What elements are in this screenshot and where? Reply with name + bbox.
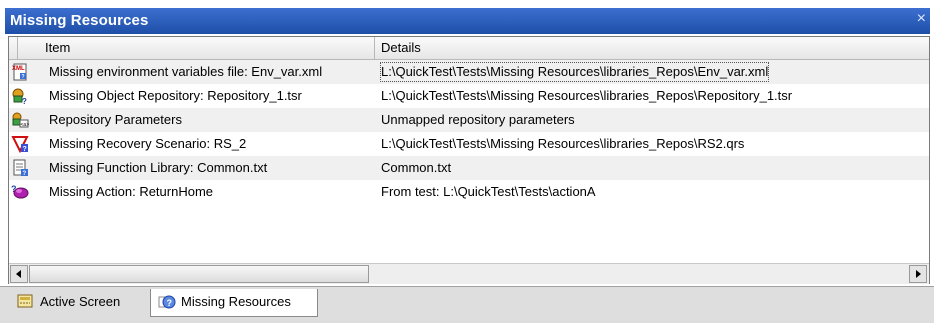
pane-title-bar: Missing Resources × bbox=[5, 8, 930, 34]
row-item: Missing Action: ReturnHome bbox=[49, 184, 214, 199]
xml-file-icon: XML ? bbox=[12, 63, 27, 81]
active-screen-icon bbox=[17, 294, 33, 308]
row-details: From test: L:\QuickTest\Tests\actionA bbox=[381, 184, 596, 199]
svg-text:XML: XML bbox=[12, 66, 25, 72]
svg-text:?: ? bbox=[23, 171, 27, 177]
svg-text:?: ? bbox=[167, 298, 173, 308]
missing-resources-icon: ? bbox=[158, 295, 176, 309]
missing-resources-list: Item Details XML ? Missing environment v… bbox=[8, 36, 930, 284]
tab-missing-resources[interactable]: ? Missing Resources bbox=[150, 289, 318, 317]
svg-text:<a>: <a> bbox=[21, 122, 30, 128]
missing-resources-pane: Missing Resources × Item Details XML ? M… bbox=[0, 0, 934, 323]
svg-text:?: ? bbox=[23, 146, 27, 153]
row-item: Missing Recovery Scenario: RS_2 bbox=[49, 136, 247, 151]
object-repository-icon: ? bbox=[12, 88, 27, 105]
close-icon[interactable]: × bbox=[917, 10, 926, 28]
column-header-item[interactable]: Item bbox=[39, 37, 375, 59]
table-row[interactable]: ? Missing Object Repository: Repository_… bbox=[9, 84, 929, 108]
function-library-icon: ? bbox=[13, 159, 28, 177]
column-header-details[interactable]: Details bbox=[375, 37, 929, 59]
row-details: L:\QuickTest\Tests\Missing Resources\lib… bbox=[378, 60, 771, 84]
scrollbar-thumb[interactable] bbox=[29, 265, 369, 283]
tab-label: Missing Resources bbox=[181, 294, 291, 309]
bottom-tab-bar: Active Screen ? Missing Resources bbox=[0, 286, 934, 323]
table-row[interactable]: ? Missing Function Library: Common.txt C… bbox=[9, 156, 929, 180]
row-item: Missing Object Repository: Repository_1.… bbox=[49, 88, 302, 103]
scroll-left-button[interactable] bbox=[10, 265, 28, 283]
table-row[interactable]: <a> Repository Parameters Unmapped repos… bbox=[9, 108, 929, 132]
row-details: L:\QuickTest\Tests\Missing Resources\lib… bbox=[381, 88, 793, 103]
row-item: Repository Parameters bbox=[49, 112, 182, 127]
table-row[interactable]: ? Missing Action: ReturnHome From test: … bbox=[9, 180, 929, 204]
horizontal-scrollbar[interactable] bbox=[9, 263, 929, 284]
row-item: Missing environment variables file: Env_… bbox=[49, 64, 323, 79]
row-selector-header bbox=[9, 37, 18, 59]
tab-label: Active Screen bbox=[40, 294, 121, 309]
action-icon: ? bbox=[11, 184, 29, 199]
svg-text:?: ? bbox=[22, 97, 27, 105]
list-header: Item Details bbox=[9, 37, 929, 60]
row-details: Unmapped repository parameters bbox=[381, 112, 575, 127]
row-details: Common.txt bbox=[381, 160, 452, 175]
row-details: L:\QuickTest\Tests\Missing Resources\lib… bbox=[381, 136, 745, 151]
arrow-right-icon bbox=[916, 270, 921, 278]
arrow-left-icon bbox=[16, 270, 21, 278]
repository-parameters-icon: <a> bbox=[12, 112, 30, 128]
pane-title: Missing Resources bbox=[10, 12, 149, 29]
svg-text:?: ? bbox=[22, 74, 25, 80]
row-item: Missing Function Library: Common.txt bbox=[49, 160, 268, 175]
table-row[interactable]: XML ? Missing environment variables file… bbox=[9, 60, 929, 84]
table-row[interactable]: ? Missing Recovery Scenario: RS_2 L:\Qui… bbox=[9, 132, 929, 156]
tab-active-screen[interactable]: Active Screen bbox=[10, 289, 148, 317]
recovery-scenario-icon: ? bbox=[11, 136, 29, 153]
scroll-right-button[interactable] bbox=[909, 265, 927, 283]
